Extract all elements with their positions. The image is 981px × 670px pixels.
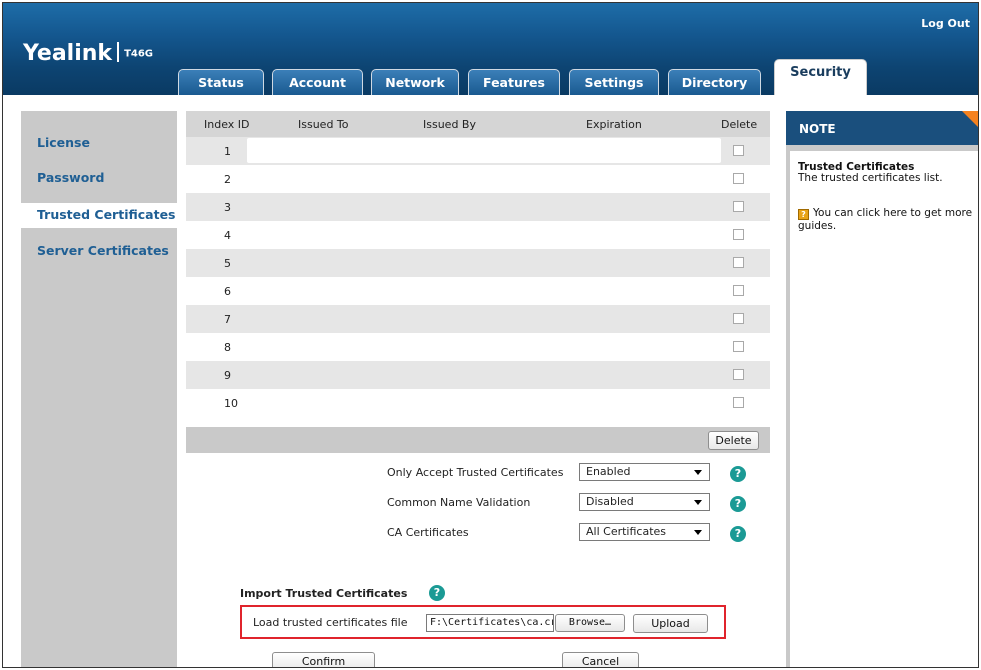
delete-checkbox[interactable] <box>733 285 744 296</box>
delete-checkbox[interactable] <box>733 201 744 212</box>
sidebar-item-trusted-certificates[interactable]: Trusted Certificates <box>21 203 178 228</box>
only-accept-trusted-select[interactable]: Enabled <box>579 463 710 481</box>
delete-checkbox[interactable] <box>733 397 744 408</box>
common-name-validation-label: Common Name Validation <box>387 496 531 509</box>
note-panel: NOTE Trusted Certificates The trusted ce… <box>786 111 978 667</box>
ca-certificates-label: CA Certificates <box>387 526 469 539</box>
row-index: 7 <box>224 313 231 326</box>
help-icon[interactable]: ? <box>730 526 746 542</box>
note-title: NOTE <box>799 122 836 136</box>
tab-security[interactable]: Security <box>774 59 867 95</box>
delete-checkbox[interactable] <box>733 229 744 240</box>
import-section-title: Import Trusted Certificates <box>240 587 408 600</box>
table-row: 1 <box>186 137 770 165</box>
ca-certificates-select[interactable]: All Certificates <box>579 523 710 541</box>
chevron-down-icon <box>694 530 702 535</box>
delete-checkbox[interactable] <box>733 145 744 156</box>
tab-directory[interactable]: Directory <box>668 69 761 95</box>
table-row: 9 <box>186 361 770 389</box>
logo-separator <box>117 42 120 62</box>
select-value: Disabled <box>586 495 634 508</box>
yealink-logo: Yealink T46G <box>23 41 153 66</box>
note-body: Trusted Certificates The trusted certifi… <box>790 151 978 667</box>
tab-status[interactable]: Status <box>178 69 264 95</box>
import-highlight-box: Load trusted certificates file F:\Certif… <box>240 605 726 639</box>
help-icon[interactable]: ? <box>429 585 445 601</box>
sidebar: License Password Trusted Certificates Se… <box>21 111 178 667</box>
confirm-button[interactable]: Confirm <box>272 652 375 667</box>
browser-frame: Yealink T46G Log Out Status Account Netwo… <box>2 2 979 668</box>
row-index: 2 <box>224 173 231 186</box>
tab-network[interactable]: Network <box>371 69 459 95</box>
row-index: 3 <box>224 201 231 214</box>
model-name: T46G <box>124 48 154 60</box>
guide-icon: ? <box>798 209 809 220</box>
cancel-button[interactable]: Cancel <box>562 652 639 667</box>
table-row: 8 <box>186 333 770 361</box>
table-row: 5 <box>186 249 770 277</box>
chevron-down-icon <box>694 500 702 505</box>
browse-button[interactable]: Browse… <box>555 614 625 632</box>
row-cell-highlight <box>247 138 721 163</box>
delete-checkbox[interactable] <box>733 173 744 184</box>
sidebar-item-license[interactable]: License <box>37 135 90 150</box>
delete-bar: Delete <box>186 427 770 453</box>
column-index-id: Index ID <box>204 118 250 131</box>
row-index: 6 <box>224 285 231 298</box>
sidebar-item-server-certificates[interactable]: Server Certificates <box>37 243 169 258</box>
only-accept-trusted-label: Only Accept Trusted Certificates <box>387 466 564 479</box>
delete-checkbox[interactable] <box>733 313 744 324</box>
common-name-validation-select[interactable]: Disabled <box>579 493 710 511</box>
note-description: The trusted certificates list. <box>798 172 943 184</box>
note-header: NOTE <box>786 111 978 145</box>
table-header: Index ID Issued To Issued By Expiration … <box>186 111 770 137</box>
column-delete: Delete <box>721 118 758 131</box>
help-icon[interactable]: ? <box>730 466 746 482</box>
select-value: Enabled <box>586 465 631 478</box>
upload-button[interactable]: Upload <box>633 614 708 633</box>
corner-accent-icon <box>962 111 978 129</box>
tab-account[interactable]: Account <box>272 69 363 95</box>
column-issued-by: Issued By <box>423 118 476 131</box>
column-issued-to: Issued To <box>298 118 349 131</box>
row-index: 10 <box>224 397 238 410</box>
sidebar-item-password[interactable]: Password <box>37 170 104 185</box>
main-content: Index ID Issued To Issued By Expiration … <box>186 111 770 667</box>
table-row: 2 <box>186 165 770 193</box>
row-index: 9 <box>224 369 231 382</box>
guide-link[interactable]: ? You can click here to get more guides. <box>798 207 974 232</box>
logout-link[interactable]: Log Out <box>921 17 970 30</box>
row-index: 1 <box>224 145 231 158</box>
tab-settings[interactable]: Settings <box>569 69 659 95</box>
load-file-label: Load trusted certificates file <box>253 616 408 629</box>
delete-checkbox[interactable] <box>733 257 744 268</box>
guide-text: You can click here to get more guides. <box>798 207 973 232</box>
chevron-down-icon <box>694 470 702 475</box>
table-row: 4 <box>186 221 770 249</box>
delete-button[interactable]: Delete <box>708 431 759 450</box>
delete-checkbox[interactable] <box>733 341 744 352</box>
select-value: All Certificates <box>586 525 667 538</box>
header-bar: Yealink T46G Log Out Status Account Netwo… <box>3 3 978 95</box>
row-index: 8 <box>224 341 231 354</box>
table-row: 10 <box>186 389 770 417</box>
column-expiration: Expiration <box>586 118 642 131</box>
table-row: 7 <box>186 305 770 333</box>
help-icon[interactable]: ? <box>730 496 746 512</box>
file-path-input[interactable]: F:\Certificates\ca.cr <box>426 614 554 632</box>
delete-checkbox[interactable] <box>733 369 744 380</box>
brand-name: Yealink <box>23 41 113 66</box>
row-index: 5 <box>224 257 231 270</box>
row-index: 4 <box>224 229 231 242</box>
tab-features[interactable]: Features <box>468 69 560 95</box>
table-row: 3 <box>186 193 770 221</box>
table-row: 6 <box>186 277 770 305</box>
